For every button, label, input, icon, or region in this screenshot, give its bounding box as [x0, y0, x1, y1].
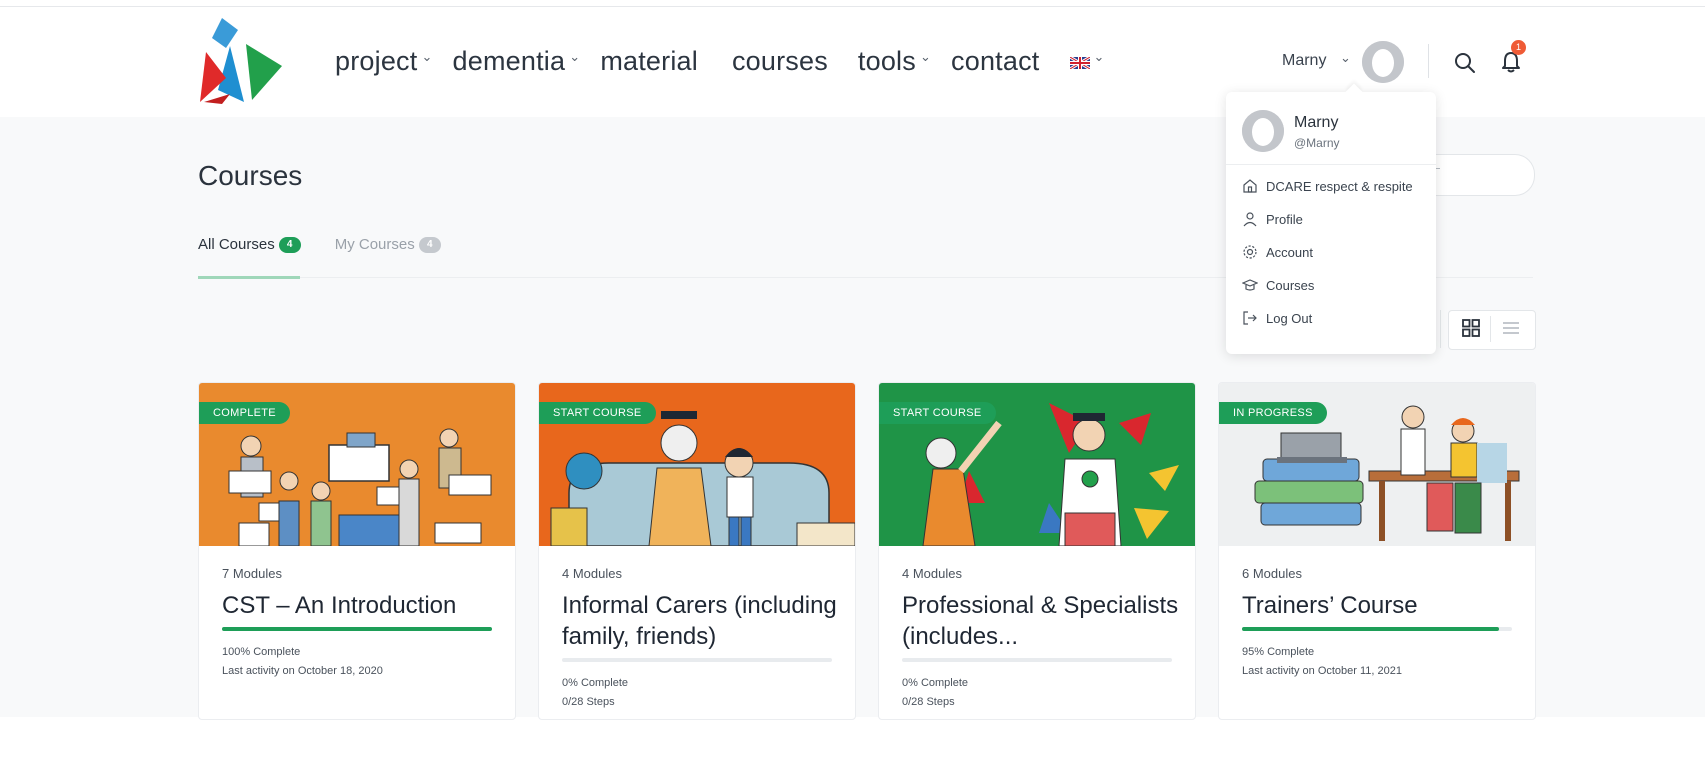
steps-text: 0/28 Steps [562, 696, 615, 708]
menu-item-label: DCARE respect & respite [1266, 178, 1413, 194]
status-badge: COMPLETE [199, 402, 290, 424]
nav-item-label: contact [951, 46, 1040, 76]
uk-flag-icon [1069, 56, 1090, 69]
nav-item-label: material [600, 46, 698, 76]
course-meta: 95% Complete Last activity on October 11… [1242, 643, 1402, 681]
course-tabs: All Courses 4 My Courses 4 [198, 236, 441, 253]
avatar[interactable] [1242, 110, 1284, 152]
module-count: 6 Modules [1242, 566, 1302, 581]
user-menu-name[interactable]: Marny [1282, 52, 1326, 70]
nav-item-label: project [335, 46, 418, 76]
menu-item-profile[interactable]: Profile [1242, 211, 1303, 227]
progress-bar [902, 658, 1172, 662]
status-badge: START COURSE [879, 402, 996, 424]
avatar-placeholder-icon [1362, 41, 1404, 83]
graduation-cap-icon [1242, 279, 1258, 291]
chevron-down-icon: ⌄ [569, 48, 581, 64]
module-count: 4 Modules [902, 566, 962, 581]
logout-icon [1243, 311, 1257, 325]
user-dropdown-menu: Marny @Marny DCARE respect & respite Pro… [1226, 83, 1436, 354]
menu-item-account[interactable]: Account [1242, 244, 1313, 260]
chevron-down-icon: ⌄ [1093, 48, 1105, 64]
course-card[interactable]: COMPLETE 7 Modules CST – An Introduction… [198, 382, 516, 720]
module-count: 4 Modules [562, 566, 622, 581]
progress-fill [1242, 627, 1499, 631]
nav-item-dementia[interactable]: dementia ⌄ [453, 46, 581, 77]
gear-icon [1243, 245, 1257, 259]
tab-label: My Courses [334, 236, 415, 253]
course-meta: 0% Complete 0/28 Steps [562, 674, 628, 712]
nav-item-label: dementia [452, 46, 566, 76]
status-badge: IN PROGRESS [1219, 402, 1327, 424]
course-meta: 100% Complete Last activity on October 1… [222, 643, 383, 681]
list-view-icon[interactable] [1502, 320, 1520, 336]
chevron-down-icon[interactable]: ⌄ [1340, 50, 1351, 66]
course-title[interactable]: Trainers’ Course [1242, 590, 1522, 621]
menu-item-label: Log Out [1266, 310, 1313, 326]
logo[interactable] [200, 18, 292, 106]
course-card[interactable]: IN PROGRESS 6 Modules Trainers’ Course 9… [1218, 382, 1536, 720]
nav-item-contact[interactable]: contact [951, 46, 1039, 77]
tab-label: All Courses [198, 236, 275, 253]
search-icon[interactable] [1454, 52, 1476, 74]
nav-item-tools[interactable]: tools ⌄ [858, 46, 931, 77]
menu-item-log-out[interactable]: Log Out [1242, 310, 1312, 326]
menu-item-label: Courses [1266, 277, 1315, 293]
menu-item-label: Profile [1266, 211, 1303, 227]
progress-bar [562, 658, 832, 662]
course-title[interactable]: Informal Carers (including family, frien… [562, 590, 842, 652]
page-title: Courses [198, 160, 303, 191]
grid-view-icon[interactable] [1462, 319, 1480, 337]
module-count: 7 Modules [222, 566, 282, 581]
dropdown-user-name[interactable]: Marny [1294, 114, 1338, 132]
course-title[interactable]: Professional & Specialists (includes... [902, 590, 1182, 652]
tab-my-courses[interactable]: My Courses 4 [335, 236, 441, 253]
completion-text: 0% Complete [562, 677, 629, 689]
chevron-down-icon: ⌄ [421, 48, 433, 64]
view-toggle-divider [1490, 316, 1491, 342]
avatar-placeholder-icon [1242, 110, 1284, 152]
course-card[interactable]: START COURSE 4 Modules Professional & Sp… [878, 382, 1196, 720]
completion-text: 0% Complete [902, 677, 969, 689]
header-divider [1428, 44, 1429, 78]
tab-all-courses[interactable]: All Courses 4 [198, 236, 301, 253]
active-tab-indicator [198, 276, 300, 279]
notification-badge: 1 [1511, 40, 1526, 55]
course-card[interactable]: START COURSE 4 Modules Informal Carers (… [538, 382, 856, 720]
activity-text: Last activity on October 18, 2020 [222, 665, 383, 677]
course-title[interactable]: CST – An Introduction [222, 590, 502, 621]
nav-item-material[interactable]: material [600, 46, 698, 77]
home-icon [1243, 179, 1257, 193]
user-avatar[interactable] [1362, 41, 1404, 83]
nav-item-label: courses [731, 46, 828, 76]
user-icon [1243, 212, 1257, 227]
progress-bar [222, 627, 492, 631]
nav-item-courses[interactable]: courses [732, 46, 828, 77]
dropdown-user-handle: @Marny [1294, 136, 1340, 150]
menu-item-label: Account [1266, 244, 1313, 260]
progress-fill [222, 627, 492, 631]
dropdown-divider [1226, 164, 1436, 165]
nav-item-project[interactable]: project ⌄ [335, 46, 433, 77]
status-badge: START COURSE [539, 402, 656, 424]
language-switcher[interactable]: ⌄ [1069, 49, 1105, 70]
main-nav: project ⌄ dementia ⌄ material courses tool… [335, 46, 1125, 77]
filter-edge [1440, 310, 1441, 348]
course-meta: 0% Complete 0/28 Steps [902, 674, 968, 712]
count-badge: 4 [418, 236, 441, 253]
chevron-down-icon: ⌄ [919, 48, 932, 64]
menu-item-site-home[interactable]: DCARE respect & respite [1242, 178, 1413, 194]
nav-item-label: tools [857, 46, 916, 76]
count-badge: 4 [278, 236, 301, 253]
completion-text: 95% Complete [1242, 646, 1315, 658]
completion-text: 100% Complete [222, 646, 301, 658]
activity-text: Last activity on October 11, 2021 [1242, 665, 1402, 677]
steps-text: 0/28 Steps [902, 696, 955, 708]
menu-item-courses[interactable]: Courses [1242, 277, 1314, 293]
progress-bar [1242, 627, 1512, 631]
